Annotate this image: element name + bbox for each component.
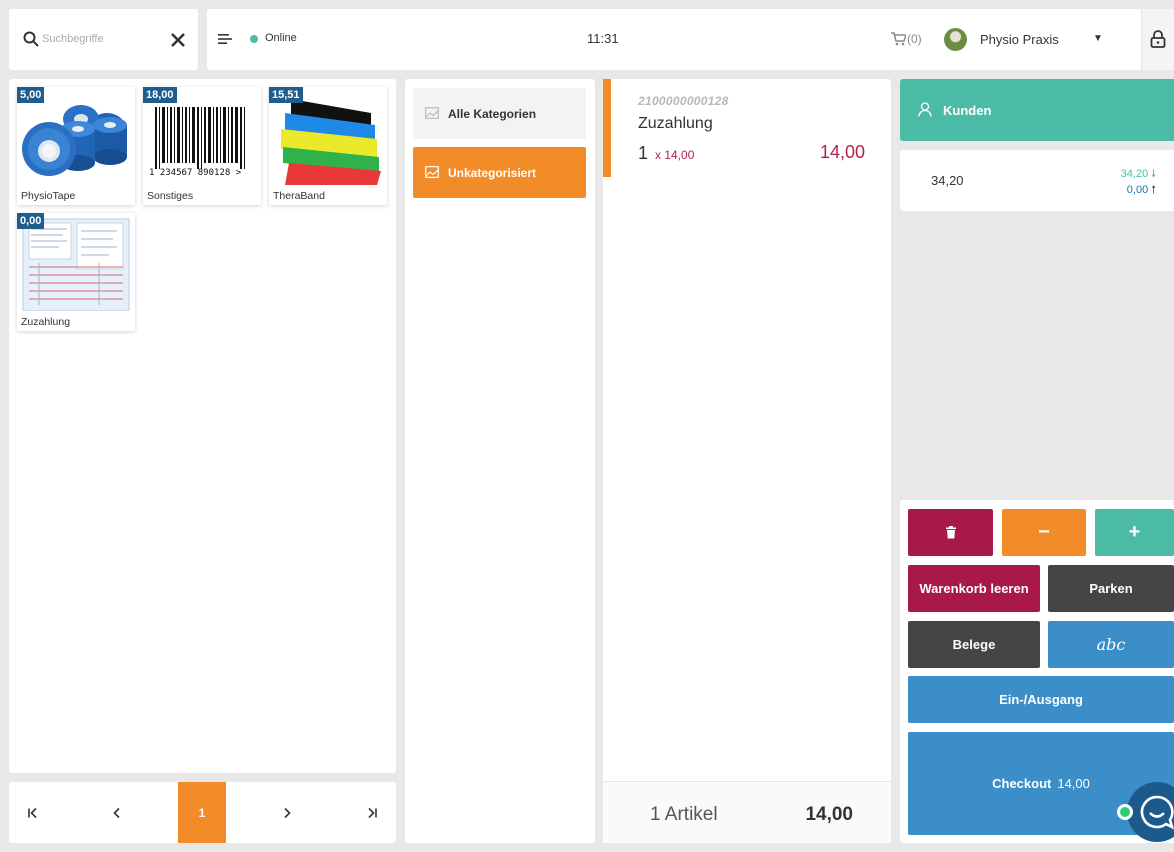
online-status-label: Online bbox=[265, 32, 297, 44]
cart-item-code: 2100000000128 bbox=[638, 94, 729, 108]
balance-out: 0,00 🠕 bbox=[1126, 184, 1156, 196]
increase-quantity-button[interactable]: + bbox=[1095, 509, 1174, 556]
first-page-icon bbox=[28, 807, 37, 818]
product-name: Zuzahlung bbox=[21, 316, 71, 328]
search-input[interactable] bbox=[42, 29, 162, 49]
arrow-up-icon: 🠕 bbox=[1151, 184, 1156, 196]
product-tile[interactable]: 5,00 PhysioTape bbox=[17, 87, 135, 205]
price-badge: 15,51 bbox=[269, 87, 303, 103]
cash-in-out-button[interactable]: Ein-/Ausgang bbox=[908, 676, 1174, 723]
top-bar: Online 11:31 (0) Physio Praxis ▼ bbox=[207, 9, 1174, 70]
product-tile[interactable]: 15,51 TheraBand bbox=[269, 87, 387, 205]
category-label: Unkategorisiert bbox=[448, 165, 537, 180]
cart-icon[interactable] bbox=[891, 32, 906, 46]
search-panel bbox=[9, 9, 198, 70]
category-all[interactable]: Alle Kategorien bbox=[413, 88, 586, 139]
product-name: TheraBand bbox=[273, 190, 325, 202]
cart-article-count: 1 Artikel bbox=[650, 804, 718, 825]
clear-cart-button[interactable]: Warenkorb leeren bbox=[908, 565, 1040, 612]
cart-item-selection-bar bbox=[603, 79, 611, 177]
cart-item-name: Zuzahlung bbox=[638, 115, 713, 132]
cart-summary: 1 Artikel 14,00 bbox=[603, 781, 891, 843]
category-label: Alle Kategorien bbox=[448, 106, 537, 121]
image-icon bbox=[425, 166, 439, 178]
online-indicator bbox=[1117, 804, 1133, 820]
cart-item-quantity: 1 bbox=[638, 143, 649, 163]
price-badge: 18,00 bbox=[143, 87, 177, 103]
last-page-button[interactable] bbox=[348, 782, 396, 843]
cart-total: 14,00 bbox=[805, 804, 853, 825]
theraband-image bbox=[271, 89, 385, 185]
first-page-button[interactable] bbox=[9, 782, 57, 843]
balance-value: 34,20 bbox=[931, 173, 964, 188]
image-icon bbox=[425, 107, 439, 119]
action-buttons: − + Warenkorb leeren Parken Belege abc E… bbox=[900, 500, 1174, 843]
clock: 11:31 bbox=[587, 31, 619, 46]
price-badge: 5,00 bbox=[17, 87, 45, 103]
cart-item[interactable]: 2100000000128 Zuzahlung 1 x 14,00 14,00 bbox=[603, 79, 891, 177]
product-name: Sonstiges bbox=[147, 190, 194, 202]
product-grid: 5,00 PhysioTape 1 234567 890128 > 18,00 … bbox=[9, 79, 396, 773]
arrow-down-icon: 🠗 bbox=[1151, 168, 1156, 180]
park-button[interactable]: Parken bbox=[1048, 565, 1174, 612]
balance-panel: 34,20 34,20 🠗 0,00 🠕 bbox=[900, 150, 1174, 211]
receipts-button[interactable]: Belege bbox=[908, 621, 1040, 668]
user-name[interactable]: Physio Praxis bbox=[980, 32, 1059, 47]
cart-item-total: 14,00 bbox=[819, 142, 865, 162]
online-status-dot bbox=[250, 35, 258, 43]
product-tile[interactable]: 0,00 Zuzahlung bbox=[17, 213, 135, 331]
avatar[interactable] bbox=[944, 28, 967, 51]
product-tile[interactable]: 1 234567 890128 > 18,00 Sonstiges bbox=[143, 87, 261, 205]
cart-count[interactable]: (0) bbox=[907, 32, 922, 46]
page-button-current[interactable]: 1 bbox=[178, 782, 226, 843]
chat-icon bbox=[1140, 795, 1174, 830]
chevron-left-icon bbox=[113, 807, 120, 818]
lock-button[interactable] bbox=[1141, 9, 1174, 70]
category-list: Alle Kategorien Unkategorisiert bbox=[405, 79, 595, 843]
customer-button[interactable]: Kunden bbox=[900, 79, 1174, 141]
decrease-quantity-button[interactable]: − bbox=[1002, 509, 1086, 556]
barcode-image: 1 234567 890128 > bbox=[145, 89, 259, 185]
checkout-total: 14,00 bbox=[1057, 776, 1090, 791]
cart-panel: 2100000000128 Zuzahlung 1 x 14,00 14,00 … bbox=[603, 79, 891, 843]
physiotape-image bbox=[19, 89, 133, 185]
close-icon[interactable] bbox=[169, 31, 187, 49]
product-name: PhysioTape bbox=[21, 190, 76, 202]
checkout-label: Checkout bbox=[992, 776, 1052, 791]
menu-icon[interactable] bbox=[218, 33, 232, 45]
trash-icon bbox=[945, 526, 956, 539]
chevron-right-icon bbox=[284, 807, 291, 818]
last-page-icon bbox=[368, 807, 377, 818]
delete-item-button[interactable] bbox=[908, 509, 993, 556]
pagination: 1 bbox=[9, 782, 396, 843]
search-icon[interactable] bbox=[23, 31, 39, 47]
form-document-image bbox=[19, 215, 133, 311]
next-page-button[interactable] bbox=[263, 782, 311, 843]
prev-page-button[interactable] bbox=[93, 782, 141, 843]
chevron-down-icon[interactable]: ▼ bbox=[1093, 33, 1103, 44]
price-badge: 0,00 bbox=[17, 213, 45, 229]
user-icon bbox=[918, 102, 932, 117]
cart-item-unit-price: x 14,00 bbox=[655, 148, 695, 162]
category-uncategorized[interactable]: Unkategorisiert bbox=[413, 147, 586, 198]
lock-icon bbox=[1150, 30, 1166, 48]
text-input-button[interactable]: abc bbox=[1048, 621, 1174, 668]
customer-label: Kunden bbox=[943, 103, 992, 118]
barcode-digits: 1 234567 890128 > bbox=[149, 168, 242, 178]
